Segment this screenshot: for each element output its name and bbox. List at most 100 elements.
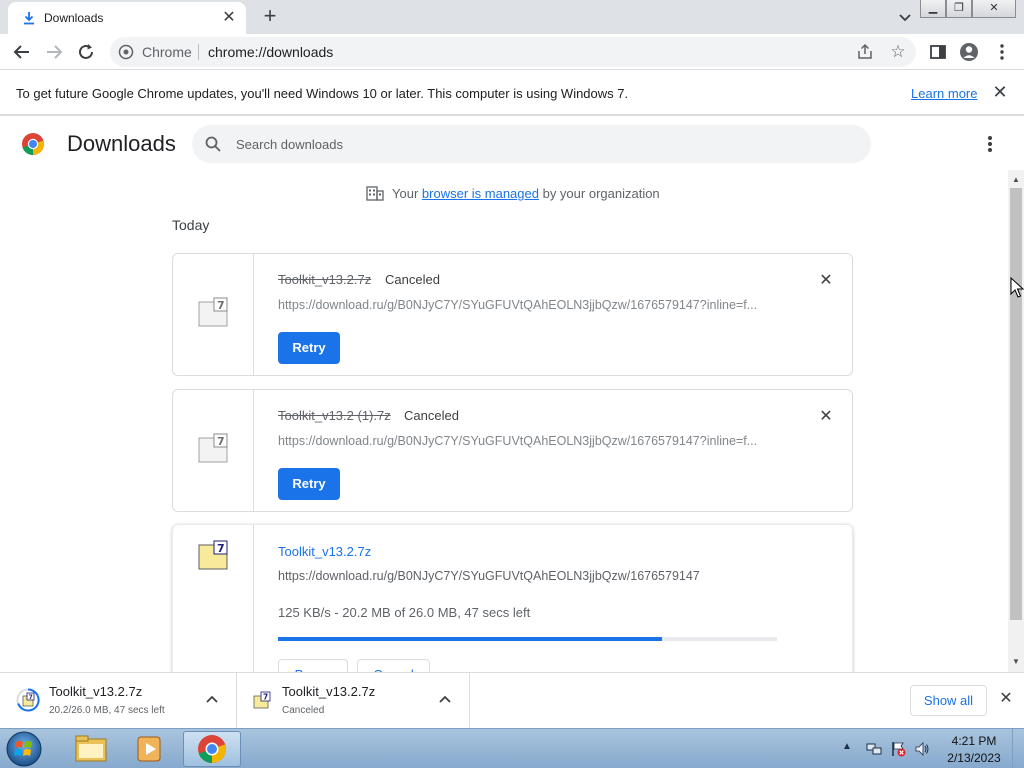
- search-input[interactable]: [236, 134, 836, 154]
- source-url[interactable]: https://download.ru/g/B0NJyC7Y/SYuGFUVtQ…: [278, 434, 778, 448]
- learn-more-link[interactable]: Learn more: [911, 86, 977, 101]
- archive-file-icon: 7: [198, 297, 228, 327]
- scroll-down-arrow-icon[interactable]: ▼: [1008, 654, 1024, 670]
- shelf-item[interactable]: 7 Toolkit_v13.2.7z 20.2/26.0 MB, 47 secs…: [0, 673, 237, 729]
- download-shelf: 7 Toolkit_v13.2.7z 20.2/26.0 MB, 47 secs…: [0, 672, 1024, 729]
- shelf-file-name: Toolkit_v13.2.7z: [282, 684, 376, 699]
- new-tab-button[interactable]: +: [258, 5, 282, 29]
- file-icon-column: 7: [173, 525, 254, 672]
- search-icon: [205, 136, 221, 152]
- profile-avatar-icon[interactable]: [959, 42, 979, 62]
- back-arrow-icon[interactable]: [10, 40, 34, 64]
- chrome-logo-icon: [22, 133, 45, 155]
- svg-text:7: 7: [217, 435, 225, 448]
- pause-button[interactable]: Pause: [278, 659, 348, 672]
- windows-start-icon[interactable]: [4, 730, 44, 768]
- svg-text:7: 7: [263, 693, 268, 702]
- source-url[interactable]: https://download.ru/g/B0NJyC7Y/SYuGFUVtQ…: [278, 569, 778, 583]
- address-separator: [198, 44, 199, 60]
- retry-button[interactable]: Retry: [278, 332, 340, 364]
- chrome-icon: [198, 735, 226, 763]
- mouse-cursor-icon: [1010, 277, 1024, 298]
- more-actions-icon[interactable]: [980, 132, 1000, 156]
- progress-text: 125 KB/s - 20.2 MB of 26.0 MB, 47 secs l…: [278, 605, 531, 620]
- remove-download-icon[interactable]: ✕: [816, 271, 836, 291]
- chrome-menu-icon[interactable]: [992, 42, 1012, 62]
- svg-text:7: 7: [29, 694, 33, 701]
- taskbar-media-player[interactable]: [122, 731, 180, 767]
- file-name: Toolkit_v13.2 (1).7z: [278, 408, 391, 423]
- managed-suffix: by your organization: [542, 186, 660, 201]
- svg-text:7: 7: [217, 299, 225, 312]
- minimize-button[interactable]: ▁: [920, 0, 946, 18]
- window-close-button[interactable]: ✕: [972, 0, 1016, 18]
- download-progress-ring-icon: 7: [16, 688, 40, 712]
- downloads-list: Your browser is managed by your organiza…: [0, 170, 1008, 672]
- action-center-warning-icon[interactable]: [890, 741, 906, 757]
- search-box[interactable]: [192, 125, 871, 163]
- download-status: Canceled: [404, 408, 459, 423]
- file-icon-column: 7: [173, 390, 254, 511]
- progress-bar: [278, 637, 777, 641]
- side-panel-icon[interactable]: [928, 42, 948, 62]
- download-item: 7 Toolkit_v13.2.7z Canceled https://down…: [172, 253, 853, 376]
- svg-text:7: 7: [217, 542, 225, 555]
- file-icon-column: 7: [173, 254, 254, 375]
- progress-fill: [278, 637, 663, 641]
- window-controls: ▁ ❐ ✕: [920, 0, 1016, 18]
- download-icon: [24, 12, 34, 25]
- scrollbar-thumb[interactable]: [1010, 188, 1022, 620]
- show-desktop-button[interactable]: [1012, 729, 1024, 768]
- browser-managed-link[interactable]: browser is managed: [422, 186, 539, 201]
- building-icon: [366, 186, 384, 201]
- forward-arrow-icon[interactable]: [42, 40, 66, 64]
- clock-date[interactable]: 2/13/2023: [940, 751, 1008, 765]
- taskbar-chrome[interactable]: [183, 731, 241, 767]
- tab-close-icon[interactable]: ✕: [220, 9, 238, 27]
- tab-downloads[interactable]: Downloads ✕: [8, 2, 246, 34]
- shelf-close-icon[interactable]: ✕: [996, 689, 1016, 709]
- download-item-active: 7 Toolkit_v13.2.7z https://download.ru/g…: [172, 524, 853, 672]
- windows-taskbar: ▲ 4:21 PM 2/13/2023: [0, 728, 1024, 768]
- shelf-file-name: Toolkit_v13.2.7z: [49, 684, 143, 699]
- infobar-message: To get future Google Chrome updates, you…: [16, 86, 629, 101]
- chevron-up-icon[interactable]: [437, 692, 453, 708]
- chrome-page-icon: [118, 44, 134, 60]
- url-text[interactable]: chrome://downloads: [208, 44, 333, 60]
- managed-notice: Your browser is managed by your organiza…: [392, 186, 660, 201]
- taskbar-explorer[interactable]: [62, 731, 120, 767]
- cancel-button[interactable]: Cancel: [357, 659, 430, 672]
- bookmark-star-icon[interactable]: ☆: [888, 42, 908, 62]
- retry-button[interactable]: Retry: [278, 468, 340, 500]
- archive-file-icon: 7: [198, 540, 228, 570]
- update-infobar: To get future Google Chrome updates, you…: [0, 70, 1024, 116]
- share-icon[interactable]: [856, 43, 874, 61]
- tab-search-chevron-icon[interactable]: [894, 6, 916, 28]
- network-icon[interactable]: [866, 741, 882, 757]
- downloads-header: Downloads: [0, 118, 1024, 170]
- volume-icon[interactable]: [914, 741, 930, 757]
- restore-button[interactable]: ❐: [946, 0, 972, 18]
- page-title: Downloads: [67, 131, 176, 156]
- site-chip: Chrome: [142, 44, 192, 60]
- reload-icon[interactable]: [74, 40, 98, 64]
- date-header: Today: [172, 217, 210, 233]
- archive-file-icon: 7: [253, 691, 271, 709]
- clock-time[interactable]: 4:21 PM: [946, 734, 1002, 748]
- scroll-up-arrow-icon[interactable]: ▲: [1008, 172, 1024, 188]
- shelf-file-status: Canceled: [282, 705, 325, 716]
- remove-download-icon[interactable]: ✕: [816, 407, 836, 427]
- download-item: 7 Toolkit_v13.2 (1).7z Canceled https://…: [172, 389, 853, 512]
- browser-toolbar: Chrome chrome://downloads ☆: [0, 34, 1024, 70]
- file-name-link[interactable]: Toolkit_v13.2.7z: [278, 544, 371, 559]
- tray-overflow-icon[interactable]: ▲: [842, 741, 856, 755]
- shelf-item[interactable]: 7 Toolkit_v13.2.7z Canceled: [237, 673, 470, 729]
- address-bar[interactable]: Chrome chrome://downloads ☆: [110, 37, 916, 67]
- archive-file-icon: 7: [198, 433, 228, 463]
- show-all-button[interactable]: Show all: [910, 685, 987, 716]
- chevron-up-icon[interactable]: [204, 692, 220, 708]
- source-url[interactable]: https://download.ru/g/B0NJyC7Y/SYuGFUVtQ…: [278, 298, 778, 312]
- page-scrollbar[interactable]: ▲ ▼: [1008, 170, 1024, 672]
- infobar-close-icon[interactable]: ✕: [990, 82, 1010, 102]
- media-player-icon: [137, 736, 161, 762]
